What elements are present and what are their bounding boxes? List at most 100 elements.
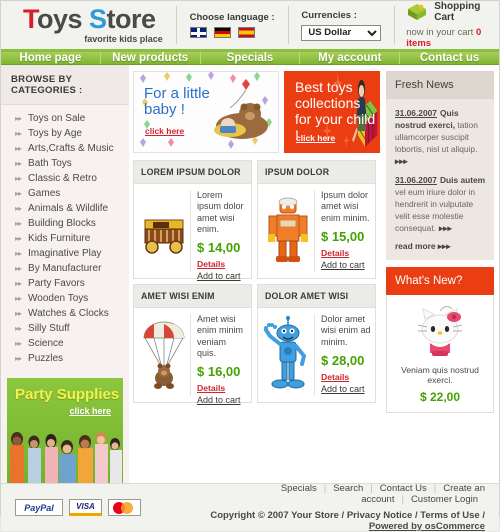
product-details-link[interactable]: Details xyxy=(321,248,371,258)
hello-kitty-toy-image xyxy=(393,303,487,359)
news-more-icon[interactable]: ▸▸▸ xyxy=(439,223,452,233)
sidebar-item-label: Toys on Sale xyxy=(28,113,86,124)
sidebar-item-toys-by-age[interactable]: ▸▸ Toys by Age xyxy=(1,126,129,141)
nav-item-my-account[interactable]: My account xyxy=(300,52,401,64)
sidebar-item-classic-retro[interactable]: ▸▸ Classic & Retro xyxy=(1,171,129,186)
shopping-cart-block[interactable]: Shopping Cart now in your cart 0 items xyxy=(404,1,489,49)
product-description: Dolor amet wisi enim ad minim. xyxy=(321,314,371,347)
news-item[interactable]: 31.06.2007 Quis nostrud exerci, tation u… xyxy=(395,107,486,167)
sidebar-item-label: By Manufacturer xyxy=(28,263,102,274)
product-body: Ipsum dolor amet wisi enim minim. $ 15,0… xyxy=(257,183,376,279)
product-description: Lorem ipsum dolor amet wisi enim. xyxy=(197,190,244,234)
logo-tore: tore xyxy=(106,4,157,34)
chevron-right-icon: ▸▸ xyxy=(15,279,22,288)
news-item[interactable]: 31.06.2007 Duis autem vel eum iriure dol… xyxy=(395,174,486,234)
product-description: Amet wisi enim minim veniam quis. xyxy=(197,314,244,358)
product-info: Ipsum dolor amet wisi enim minim. $ 15,0… xyxy=(314,190,371,272)
germany-flag-icon[interactable] xyxy=(213,27,231,38)
cart-prefix: now in your cart xyxy=(406,27,476,38)
news-date: 31.06.2007 xyxy=(395,108,437,118)
promo-banner-row: For a little baby ! click here Best toys… xyxy=(133,71,380,153)
sidebar-item-arts-crafts-music[interactable]: ▸▸ Arts,Crafts & Music xyxy=(1,141,129,156)
footer-link-search[interactable]: Search xyxy=(326,483,370,494)
nav-item-contact-us[interactable]: Contact us xyxy=(400,52,499,64)
product-card-amet-wisi-enim[interactable]: AMET WISI ENIM Amet wisi enim minim veni… xyxy=(133,284,252,405)
whats-new-price: $ 22,00 xyxy=(419,389,461,404)
footer-link-contact-us[interactable]: Contact Us xyxy=(373,483,434,494)
currency-dropdown[interactable]: US Dollar xyxy=(301,24,382,41)
sidebar-title: BROWSE BY CATEGORIES : xyxy=(1,65,129,105)
product-price: $ 14,00 xyxy=(197,240,241,255)
sidebar-item-label: Imaginative Play xyxy=(28,248,102,259)
spain-flag-icon[interactable] xyxy=(237,27,255,38)
product-card-dolor-amet-wisi[interactable]: DOLOR AMET WISI Dolor amet wisi enim ad … xyxy=(257,284,376,403)
promo-banner-for-a-little-baby[interactable]: For a little baby ! click here xyxy=(133,71,279,153)
sidebar-item-puzzles[interactable]: ▸▸ Puzzles xyxy=(1,351,129,366)
main-navigation: Home page New products Specials My accou… xyxy=(1,52,499,65)
news-more-icon[interactable]: ▸▸▸ xyxy=(395,156,408,166)
product-details-link[interactable]: Details xyxy=(197,259,247,269)
site-footer: PayPal VISA Specials | Search | Contact Us | C… xyxy=(1,483,499,532)
sidebar-item-animals-wildlife[interactable]: ▸▸ Animals & Wildlife xyxy=(1,201,129,216)
footer-link-customer-login[interactable]: Customer Login xyxy=(404,494,485,505)
product-body: Lorem ipsum dolor amet wisi enim. $ 14,0… xyxy=(133,183,252,281)
add-to-cart-link[interactable]: Add to cart xyxy=(197,271,247,281)
footer-copyright-row: Copyright © 2007 Your Store / Privacy No… xyxy=(195,510,485,532)
sidebar-item-label: Wooden Toys xyxy=(28,293,89,304)
sidebar-item-kids-furniture[interactable]: ▸▸ Kids Furniture xyxy=(1,231,129,246)
product-price: $ 16,00 xyxy=(197,364,241,379)
sidebar-item-label: Classic & Retro xyxy=(28,173,97,184)
sidebar-item-label: Games xyxy=(28,188,61,199)
product-card-ipsum-dolor[interactable]: IPSUM DOLOR Ipsum dolor amet wisi enim m… xyxy=(257,160,376,279)
sidebar-item-by-manufacturer[interactable]: ▸▸ By Manufacturer xyxy=(1,261,129,276)
site-logo[interactable]: Toys Store favorite kids place xyxy=(11,4,167,45)
product-details-link[interactable]: Details xyxy=(321,372,371,382)
banner-left-line1: For a little xyxy=(144,85,210,102)
add-to-cart-link[interactable]: Add to cart xyxy=(321,384,371,394)
party-supplies-banner[interactable]: Party Supplies click here xyxy=(7,378,123,483)
logo-letter-s: S xyxy=(89,4,107,34)
sidebar-item-party-favors[interactable]: ▸▸ Party Favors xyxy=(1,276,129,291)
uk-flag-icon[interactable] xyxy=(189,27,207,38)
whats-new-box[interactable]: Veniam quis nostrud exerci. $ 22,00 xyxy=(386,295,494,413)
product-details-link[interactable]: Details xyxy=(197,383,247,393)
sidebar-item-watches-clocks[interactable]: ▸▸ Watches & Clocks xyxy=(1,306,129,321)
sidebar-item-toys-on-sale[interactable]: ▸▸ Toys on Sale xyxy=(1,111,129,126)
right-sidebar: Fresh News 31.06.2007 Quis nostrud exerc… xyxy=(384,65,499,483)
party-banner-title: Party Supplies xyxy=(15,386,120,403)
add-to-cart-link[interactable]: Add to cart xyxy=(197,395,247,405)
powered-by-link[interactable]: Powered by osCommerce xyxy=(369,521,485,532)
orange-tin-robot-image xyxy=(262,190,314,272)
chevron-right-icon: ▸▸ xyxy=(15,114,22,123)
sidebar-item-label: Party Favors xyxy=(28,278,85,289)
footer-link-specials[interactable]: Specials xyxy=(274,483,324,494)
news-text: vel eum iriure dolor in hendrerit in vul… xyxy=(395,187,476,233)
product-card-lorem-ipsum-dolor[interactable]: LOREM IPSUM DOLOR Lorem ipsum dolor amet… xyxy=(133,160,252,281)
banner-right-click-here-link[interactable]: click here xyxy=(296,133,335,143)
banner-left-click-here-link[interactable]: click here xyxy=(145,126,184,136)
footer-links: Specials | Search | Contact Us | Create an acc… xyxy=(195,483,485,532)
sidebar-item-science[interactable]: ▸▸ Science xyxy=(1,336,129,351)
chevron-right-icon: ▸▸ xyxy=(15,354,22,363)
sidebar-item-games[interactable]: ▸▸ Games xyxy=(1,186,129,201)
sidebar-item-label: Science xyxy=(28,338,64,349)
whats-new-heading: What's New? xyxy=(386,267,494,295)
sidebar-item-bath-toys[interactable]: ▸▸ Bath Toys xyxy=(1,156,129,171)
party-banner-click-here-link[interactable]: click here xyxy=(69,406,111,416)
banner-left-line2: baby ! xyxy=(144,100,185,118)
nav-item-specials[interactable]: Specials xyxy=(201,52,301,64)
sidebar-item-silly-stuff[interactable]: ▸▸ Silly Stuff xyxy=(1,321,129,336)
product-info: Amet wisi enim minim veniam quis. $ 16,0… xyxy=(190,314,247,405)
header-divider xyxy=(287,6,289,44)
add-to-cart-link[interactable]: Add to cart xyxy=(321,260,371,270)
chevron-right-icon: ▸▸ xyxy=(15,309,22,318)
nav-item-new-products[interactable]: New products xyxy=(101,52,201,64)
promo-banner-best-toys[interactable]: Best toys collections for your child ! cli… xyxy=(284,71,380,153)
nav-item-home-page[interactable]: Home page xyxy=(1,52,101,64)
sidebar-item-building-blocks[interactable]: ▸▸ Building Blocks xyxy=(1,216,129,231)
cart-title: Shopping Cart xyxy=(434,1,481,23)
product-description: Ipsum dolor amet wisi enim minim. xyxy=(321,190,370,223)
read-more-link[interactable]: read more ▸▸▸ xyxy=(395,241,486,251)
sidebar-item-imaginative-play[interactable]: ▸▸ Imaginative Play xyxy=(1,246,129,261)
sidebar-item-wooden-toys[interactable]: ▸▸ Wooden Toys xyxy=(1,291,129,306)
